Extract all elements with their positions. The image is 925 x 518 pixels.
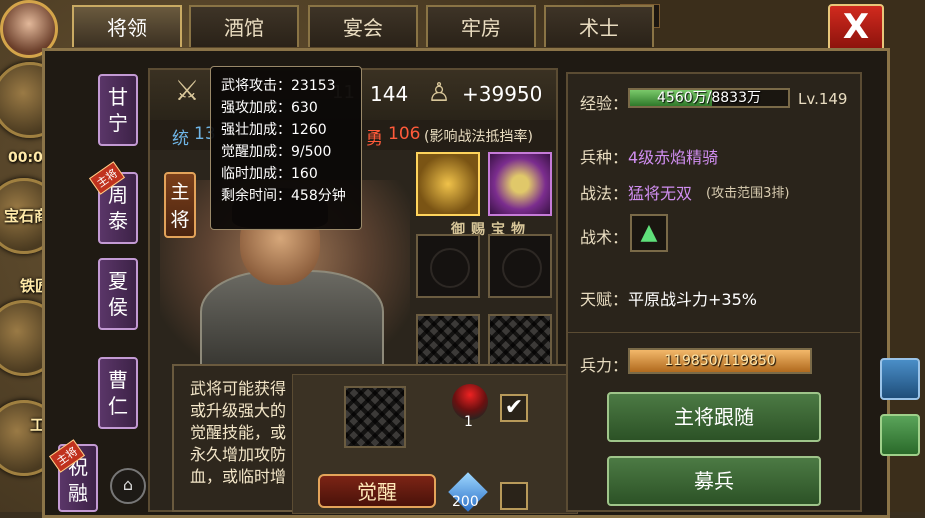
sidebar-item-label: 夏侯 [108,269,128,319]
side-menu-button[interactable] [880,414,920,456]
sidebar-item-label: 周泰 [108,183,128,233]
potion-checkbox[interactable]: ✔ [500,394,528,422]
exp-text: 4560万/8833万 [657,90,761,106]
valor-value: 106 [388,124,421,144]
treasure-slot-empty[interactable] [416,234,480,298]
tactic-value: 猛将无双 [628,184,693,203]
tooltip-line: 临时加成：160 [221,166,318,182]
level-text: Lv.149 [798,90,848,108]
awaken-locked-icon [344,386,406,448]
follow-main-button[interactable]: 主将跟随 [607,392,821,442]
tooltip-line: 强攻加成：630 [221,100,318,116]
talent-value: 平原战斗力+35% [628,290,757,309]
exp-bar: 4560万/8833万 [628,88,790,108]
treasure-slot-helmet[interactable] [416,152,480,216]
gem-checkbox[interactable] [500,482,528,510]
force-label: 兵力： [580,356,629,375]
main-general-badge[interactable]: 主将 [164,172,196,238]
attack-icon: ⚔ [174,74,200,107]
gem-count: 200 [452,494,479,510]
recruit-button[interactable]: 募兵 [607,456,821,506]
tooltip-line: 强壮加成：1260 [221,122,327,138]
sidebar-item-label: 曹仁 [108,368,128,418]
tab-tavern[interactable]: 酒馆 [189,5,299,47]
tab-prison[interactable]: 牢房 [426,5,536,47]
potion-count: 1 [464,414,473,430]
tactic-note: (攻击范围3排) [706,186,790,201]
valor-note: (影响战法抵挡率) [424,129,533,145]
valor-label: 勇 [366,129,383,149]
awaken-description: 武将可能获得或升级强大的觉醒技能，或永久增加攻防血，或临时增 [190,379,287,486]
treasure-slot-empty[interactable] [488,234,552,298]
command-label: 统 [172,129,189,149]
attack-tooltip: 武将攻击：23153 强攻加成：630 强壮加成：1260 觉醒加成：9/500… [210,66,362,230]
treasure-slot-medal[interactable] [488,152,552,216]
tab-generals[interactable]: 将领 [72,5,182,47]
force-text: 119850/119850 [664,353,776,369]
defense-icon: ♙ [427,78,451,108]
skill-label: 战术： [580,228,629,247]
tab-sorcerer[interactable]: 术士 [544,5,654,47]
home-icon[interactable]: ⌂ [110,468,146,504]
side-menu-button[interactable] [880,358,920,400]
tab-banquet[interactable]: 宴会 [308,5,418,47]
sidebar-item-cao-ren[interactable]: 曹仁 [98,357,138,429]
troop-type-value: 4级赤焰精骑 [628,148,719,167]
tooltip-line: 觉醒加成：9/500 [221,144,332,160]
attack-value: 144 [370,82,409,106]
sidebar-item-gan-ning[interactable]: 甘宁 [98,74,138,146]
divider [568,332,860,333]
exp-label: 经验： [580,94,629,113]
tooltip-line: 剩余时间：458分钟 [221,188,346,204]
sidebar-item-label: 甘宁 [108,85,128,135]
defense-bonus-value: +39950 [462,82,543,106]
talent-label: 天赋： [580,290,629,309]
close-button[interactable]: X [828,4,884,52]
sidebar-item-xiahou[interactable]: 夏侯 [98,258,138,330]
skill-triangle-icon[interactable]: ▲ [630,214,668,252]
awaken-button[interactable]: 觉醒 [318,474,436,508]
tooltip-line: 武将攻击：23153 [221,78,336,94]
force-bar: 119850/119850 [628,348,812,374]
troop-type-label: 兵种： [580,148,629,167]
tactic-label: 战法： [580,184,629,203]
